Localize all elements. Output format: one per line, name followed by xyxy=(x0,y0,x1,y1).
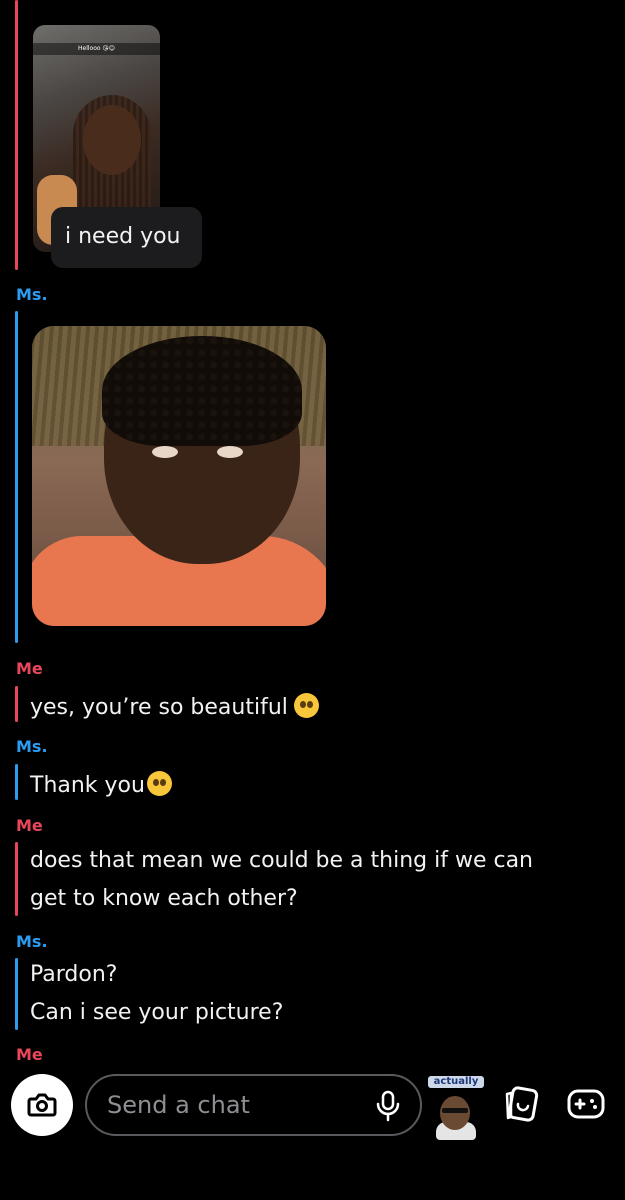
bitmoji-head xyxy=(440,1096,470,1130)
snap-caption: Hellooo 😘😊 xyxy=(33,43,160,55)
sender-bar-ms xyxy=(15,958,18,1030)
sender-label-me: Me xyxy=(16,659,43,678)
message-line: does that mean we could be a thing if we… xyxy=(30,848,534,873)
sticker-icon[interactable] xyxy=(502,1086,542,1124)
message-text[interactable]: Thank you xyxy=(30,767,172,805)
bitmoji-glasses xyxy=(442,1108,468,1113)
game-controller-icon[interactable] xyxy=(566,1086,606,1124)
sender-bar-ms xyxy=(15,764,18,800)
camera-button[interactable] xyxy=(11,1074,73,1136)
message-text[interactable]: Pardon? Can i see your picture? xyxy=(30,956,283,1032)
bitmoji-button[interactable]: actually xyxy=(428,1070,484,1142)
sender-bar-me xyxy=(15,686,18,722)
message-line: Can i see your picture? xyxy=(30,1000,284,1025)
chat-bar: actually xyxy=(0,1062,625,1150)
sender-label-ms: Ms. xyxy=(16,285,48,304)
sender-label-me: Me xyxy=(16,816,43,835)
status-strip xyxy=(0,0,625,6)
camera-icon xyxy=(27,1093,57,1117)
smiling-face-icon xyxy=(146,771,172,796)
sender-label-ms: Ms. xyxy=(16,737,48,756)
photo-hair xyxy=(102,336,302,446)
sender-bar-me xyxy=(15,0,18,270)
message-line: Pardon? xyxy=(30,962,118,987)
sender-label-ms: Ms. xyxy=(16,932,48,951)
photo-eye-right xyxy=(217,446,243,458)
photo-eye-left xyxy=(152,446,178,458)
chat-input-field[interactable] xyxy=(85,1074,422,1136)
snap-face xyxy=(83,105,141,175)
message-text[interactable]: does that mean we could be a thing if we… xyxy=(30,842,533,918)
reply-bubble[interactable]: i need you xyxy=(51,207,202,268)
reply-text: i need you xyxy=(65,224,181,249)
sender-bar-me xyxy=(15,842,18,916)
shared-photo[interactable] xyxy=(32,326,326,626)
message-text-content: yes, you’re so beautiful xyxy=(30,695,288,720)
message-text-content: Thank you xyxy=(30,773,145,798)
bitmoji-label: actually xyxy=(428,1076,484,1088)
chat-input[interactable] xyxy=(107,1089,357,1121)
message-text[interactable]: yes, you’re so beautiful xyxy=(30,689,319,727)
pleading-face-icon xyxy=(293,693,319,718)
microphone-icon[interactable] xyxy=(375,1090,401,1122)
sender-bar-ms xyxy=(15,311,18,643)
message-line: get to know each other? xyxy=(30,886,298,911)
